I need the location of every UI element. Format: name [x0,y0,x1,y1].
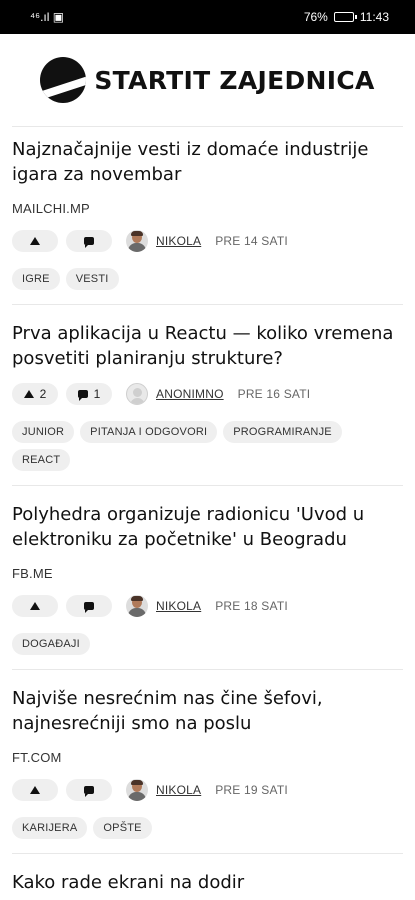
post-item[interactable]: Kako rade ekrani na dodir [12,853,403,900]
comment-icon [84,786,94,797]
anonymous-avatar-icon[interactable] [126,383,148,405]
comment-icon [77,390,88,401]
comment-count: 1 [93,387,101,401]
startit-logo-icon[interactable] [40,57,87,103]
post-title[interactable]: Polyhedra organizuje radionicu 'Uvod u e… [12,502,403,552]
post-title[interactable]: Najznačajnije vesti iz domaće industrije… [12,137,403,187]
tag-list: KARIJERA OPŠTE [12,817,403,839]
vote-count: 2 [39,387,47,401]
user-avatar[interactable] [126,595,148,617]
tag-chip[interactable]: PITANJA I ODGOVORI [80,421,218,443]
post-source[interactable]: FT.COM [12,750,403,765]
tag-chip[interactable]: VESTI [65,268,119,290]
author-link[interactable]: NIKOLA [156,234,201,248]
comments-button[interactable] [66,595,112,617]
clock: 11:43 [359,10,389,24]
status-bar: ⁴⁶.ıl ▣ 76% 11:43 [0,0,415,34]
tag-chip[interactable]: REACT [12,449,71,471]
tag-chip[interactable]: PROGRAMIRANJE [223,421,342,443]
post-source[interactable]: MAILCHI.MP [12,201,403,216]
tag-chip[interactable]: KARIJERA [12,817,88,839]
post-time: PRE 16 SATI [237,387,311,401]
battery-percent: 76% [303,10,328,24]
author-link[interactable]: NIKOLA [156,599,201,613]
battery-icon [333,12,357,22]
post-item[interactable]: Najznačajnije vesti iz domaće industrije… [12,126,403,304]
post-time: PRE 19 SATI [215,783,288,797]
signal-indicators: ⁴⁶.ıl ▣ [30,10,64,24]
post-title[interactable]: Kako rade ekrani na dodir [12,870,403,895]
author-link[interactable]: NIKOLA [156,783,201,797]
upvote-button[interactable] [12,230,58,252]
upvote-button[interactable] [12,595,58,617]
post-source[interactable]: FB.ME [12,566,403,581]
signal-icon: ⁴⁶.ıl ▣ [30,10,65,24]
post-time: PRE 18 SATI [215,599,288,613]
user-avatar[interactable] [126,230,148,252]
post-meta: NIKOLA PRE 14 SATI [12,230,403,252]
post-title[interactable]: Najviše nesrećnim nas čine šefovi, najne… [12,686,403,736]
comments-button[interactable]: 1 [66,383,112,405]
upvote-button[interactable]: 2 [12,383,58,405]
post-title[interactable]: Prva aplikacija u Reactu — koliko vremen… [12,321,403,371]
upvote-icon [23,390,34,398]
upvote-button[interactable] [12,779,58,801]
post-meta: 2 1 ANONIMNO PRE 16 SATI [12,383,403,405]
tag-chip[interactable]: OPŠTE [93,817,152,839]
tag-list: IGRE VESTI [12,268,403,290]
author-link[interactable]: ANONIMNO [156,387,224,401]
post-item[interactable]: Polyhedra organizuje radionicu 'Uvod u e… [12,485,403,669]
tag-chip[interactable]: JUNIOR [12,421,75,443]
tag-chip[interactable]: IGRE [12,268,60,290]
comment-icon [84,237,94,248]
tag-list: JUNIOR PITANJA I ODGOVORI PROGRAMIRANJE REA… [12,421,403,471]
upvote-icon [30,786,40,794]
tag-chip[interactable]: DOGAĐAJI [12,633,90,655]
comments-button[interactable] [66,230,112,252]
post-item[interactable]: Najviše nesrećnim nas čine šefovi, najne… [12,669,403,853]
post-item[interactable]: Prva aplikacija u Reactu — koliko vremen… [12,304,403,485]
status-right: 76% 11:43 [304,10,389,24]
upvote-icon [30,237,40,245]
post-feed: Najznačajnije vesti iz domaće industrije… [0,126,415,900]
comment-icon [84,602,94,613]
post-meta: NIKOLA PRE 18 SATI [12,595,403,617]
app-title: STARTIT ZAJEDNICA [94,65,375,95]
upvote-icon [30,602,40,610]
comments-button[interactable] [66,779,112,801]
user-avatar[interactable] [126,779,148,801]
post-meta: NIKOLA PRE 19 SATI [12,779,403,801]
tag-list: DOGAĐAJI [12,633,403,655]
app-header: STARTIT ZAJEDNICA [0,34,415,126]
post-time: PRE 14 SATI [215,234,288,248]
